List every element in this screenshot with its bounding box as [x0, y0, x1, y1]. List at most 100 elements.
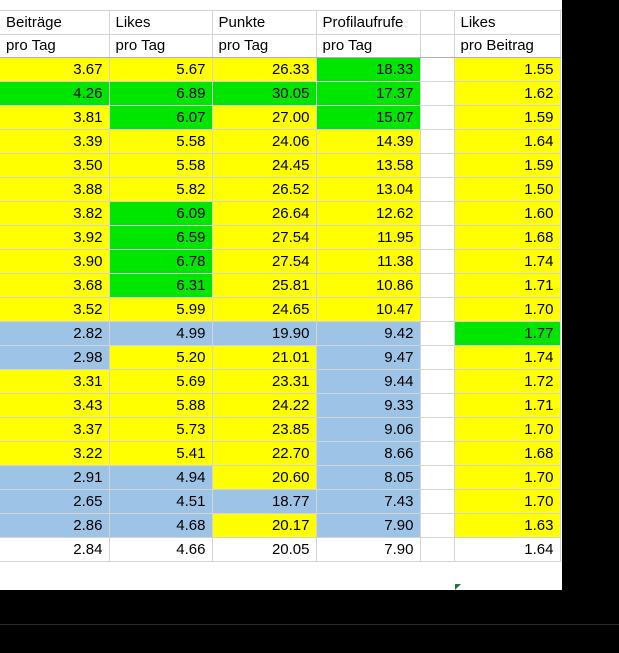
- empty-cell[interactable]: [420, 81, 455, 106]
- value-cell[interactable]: 11.38: [316, 249, 421, 274]
- value-cell[interactable]: 3.43: [0, 393, 110, 418]
- value-cell[interactable]: 7.90: [316, 537, 421, 562]
- value-cell[interactable]: 3.88: [0, 177, 110, 202]
- value-cell[interactable]: 3.52: [0, 297, 110, 322]
- header-cell[interactable]: pro Beitrag: [454, 34, 561, 58]
- value-cell[interactable]: 22.70: [212, 441, 317, 466]
- value-cell[interactable]: 13.58: [316, 153, 421, 178]
- empty-cell[interactable]: [420, 537, 455, 562]
- value-cell[interactable]: 1.71: [454, 273, 561, 298]
- value-cell[interactable]: 27.00: [212, 105, 317, 130]
- value-cell[interactable]: 24.45: [212, 153, 317, 178]
- value-cell[interactable]: 2.98: [0, 345, 110, 370]
- value-cell[interactable]: 1.59: [454, 105, 561, 130]
- value-cell[interactable]: 3.82: [0, 201, 110, 226]
- value-cell[interactable]: 3.90: [0, 249, 110, 274]
- value-cell[interactable]: 2.86: [0, 513, 110, 538]
- empty-cell[interactable]: [420, 321, 455, 346]
- header-cell[interactable]: pro Tag: [316, 34, 421, 58]
- value-cell[interactable]: 1.62: [454, 81, 561, 106]
- value-cell[interactable]: 19.90: [212, 321, 317, 346]
- value-cell[interactable]: 5.69: [109, 369, 213, 394]
- empty-cell[interactable]: [420, 105, 455, 130]
- value-cell[interactable]: 1.64: [454, 537, 561, 562]
- value-cell[interactable]: 20.17: [212, 513, 317, 538]
- empty-cell[interactable]: [420, 177, 455, 202]
- value-cell[interactable]: 17.37: [316, 81, 421, 106]
- value-cell[interactable]: 5.58: [109, 129, 213, 154]
- header-cell[interactable]: pro Tag: [0, 34, 110, 58]
- empty-cell[interactable]: [420, 345, 455, 370]
- value-cell[interactable]: 5.82: [109, 177, 213, 202]
- value-cell[interactable]: 1.70: [454, 489, 561, 514]
- value-cell[interactable]: 1.68: [454, 441, 561, 466]
- empty-cell[interactable]: [420, 393, 455, 418]
- value-cell[interactable]: 1.72: [454, 369, 561, 394]
- value-cell[interactable]: 1.71: [454, 393, 561, 418]
- header-cell[interactable]: pro Tag: [212, 34, 317, 58]
- value-cell[interactable]: 20.05: [212, 537, 317, 562]
- empty-cell[interactable]: [420, 153, 455, 178]
- value-cell[interactable]: 2.91: [0, 465, 110, 490]
- value-cell[interactable]: 5.20: [109, 345, 213, 370]
- value-cell[interactable]: 26.33: [212, 57, 317, 82]
- value-cell[interactable]: 5.41: [109, 441, 213, 466]
- empty-cell[interactable]: [420, 369, 455, 394]
- header-cell[interactable]: Likes: [109, 11, 213, 35]
- value-cell[interactable]: 4.68: [109, 513, 213, 538]
- value-cell[interactable]: 13.04: [316, 177, 421, 202]
- value-cell[interactable]: 9.33: [316, 393, 421, 418]
- value-cell[interactable]: 10.47: [316, 297, 421, 322]
- value-cell[interactable]: 9.44: [316, 369, 421, 394]
- value-cell[interactable]: 3.39: [0, 129, 110, 154]
- value-cell[interactable]: 9.42: [316, 321, 421, 346]
- empty-cell[interactable]: [420, 441, 455, 466]
- value-cell[interactable]: 3.67: [0, 57, 110, 82]
- value-cell[interactable]: 5.58: [109, 153, 213, 178]
- value-cell[interactable]: 1.63: [454, 513, 561, 538]
- value-cell[interactable]: 2.82: [0, 321, 110, 346]
- value-cell[interactable]: 26.52: [212, 177, 317, 202]
- header-cell[interactable]: Punkte: [212, 11, 317, 35]
- value-cell[interactable]: 26.64: [212, 201, 317, 226]
- value-cell[interactable]: 27.54: [212, 225, 317, 250]
- value-cell[interactable]: 6.59: [109, 225, 213, 250]
- value-cell[interactable]: 2.84: [0, 537, 110, 562]
- value-cell[interactable]: 1.59: [454, 153, 561, 178]
- value-cell[interactable]: 1.74: [454, 249, 561, 274]
- empty-cell[interactable]: [420, 57, 455, 82]
- value-cell[interactable]: 3.92: [0, 225, 110, 250]
- empty-cell[interactable]: [420, 129, 455, 154]
- value-cell[interactable]: 5.99: [109, 297, 213, 322]
- value-cell[interactable]: 23.31: [212, 369, 317, 394]
- header-cell[interactable]: Beiträge: [0, 11, 110, 35]
- value-cell[interactable]: 6.78: [109, 249, 213, 274]
- value-cell[interactable]: 1.55: [454, 57, 561, 82]
- value-cell[interactable]: 1.70: [454, 417, 561, 442]
- value-cell[interactable]: 4.26: [0, 81, 110, 106]
- header-cell[interactable]: pro Tag: [109, 34, 213, 58]
- value-cell[interactable]: 11.95: [316, 225, 421, 250]
- header-cell[interactable]: [420, 34, 455, 58]
- value-cell[interactable]: 5.73: [109, 417, 213, 442]
- header-cell[interactable]: [420, 11, 455, 35]
- value-cell[interactable]: 3.68: [0, 273, 110, 298]
- value-cell[interactable]: 9.47: [316, 345, 421, 370]
- value-cell[interactable]: 3.37: [0, 417, 110, 442]
- value-cell[interactable]: 4.66: [109, 537, 213, 562]
- value-cell[interactable]: 6.89: [109, 81, 213, 106]
- empty-cell[interactable]: [420, 465, 455, 490]
- value-cell[interactable]: 18.77: [212, 489, 317, 514]
- empty-cell[interactable]: [420, 249, 455, 274]
- value-cell[interactable]: 7.90: [316, 513, 421, 538]
- empty-cell[interactable]: [420, 273, 455, 298]
- header-cell[interactable]: Likes: [454, 11, 561, 35]
- value-cell[interactable]: 1.68: [454, 225, 561, 250]
- value-cell[interactable]: 12.62: [316, 201, 421, 226]
- value-cell[interactable]: 5.88: [109, 393, 213, 418]
- empty-cell[interactable]: [420, 225, 455, 250]
- value-cell[interactable]: 3.81: [0, 105, 110, 130]
- value-cell[interactable]: 6.31: [109, 273, 213, 298]
- value-cell[interactable]: 3.50: [0, 153, 110, 178]
- value-cell[interactable]: 1.60: [454, 201, 561, 226]
